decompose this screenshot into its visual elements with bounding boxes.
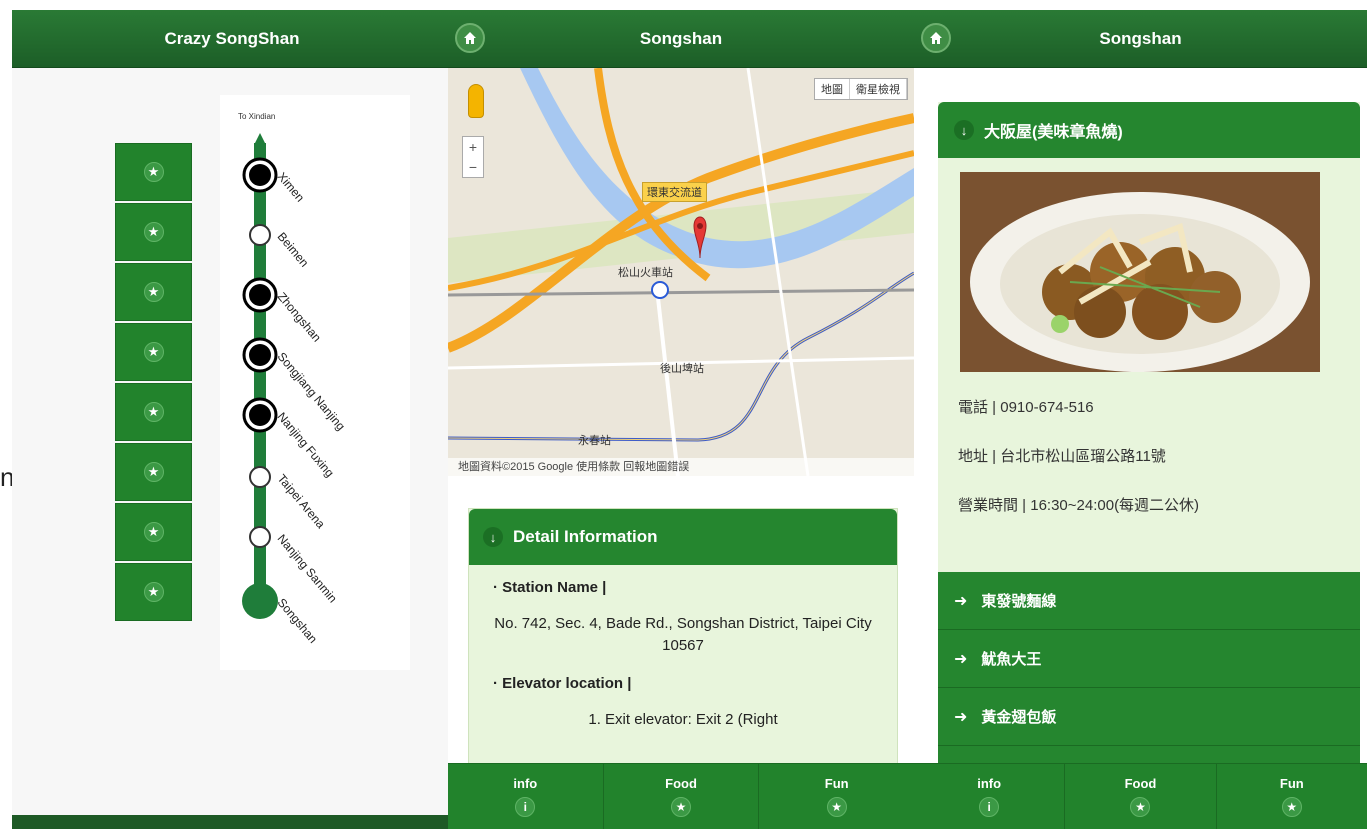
header-bar: Songshan: [914, 10, 1367, 68]
tab-food[interactable]: Food ★: [1065, 764, 1217, 829]
elevator-location-label: · Elevator location |: [493, 675, 632, 692]
info-icon: i: [515, 797, 536, 817]
arrow-down-icon: ↓: [483, 527, 503, 547]
arrow-down-icon: ↓: [954, 120, 974, 140]
tab-label: Food: [665, 776, 697, 791]
footer-bar: [12, 815, 452, 829]
bottom-tab-bar: info i Food ★ Fun ★: [914, 763, 1367, 829]
star-icon: ★: [1130, 797, 1151, 817]
star-icon: ★: [143, 282, 164, 302]
star-icon: ★: [143, 402, 164, 422]
home-button[interactable]: [921, 23, 951, 53]
home-icon: [930, 32, 942, 44]
star-icon: ★: [143, 582, 164, 602]
bottom-tab-bar: info i Food ★ Fun ★: [448, 763, 914, 829]
map-canvas: [448, 68, 914, 476]
detail-header[interactable]: ↓ Detail Information: [469, 509, 897, 565]
food-image: [960, 172, 1320, 372]
map-interchange-label: 環東交流道: [642, 182, 707, 202]
favorite-star-button[interactable]: ★: [115, 443, 192, 501]
street-view-pegman-icon[interactable]: [468, 84, 484, 118]
page-title: Crazy SongShan: [164, 28, 300, 48]
detail-header-label: Detail Information: [513, 527, 658, 546]
elevator-text: 1. Exit elevator: Exit 2 (Right: [588, 711, 778, 728]
map-type-toggle: 地圖 衛星檢視: [814, 78, 908, 100]
page-title: Songshan: [1099, 28, 1182, 48]
map-type-satellite-button[interactable]: 衛星檢視: [850, 79, 907, 99]
shop-list-item-label: 魷魚大王: [981, 651, 1042, 668]
arrow-right-icon: ➜: [954, 650, 968, 668]
shop-card-expanded: ↓ 大阪屋(美味章魚燒) 電話 | 0910-674-516 地址 | 台北市松…: [938, 102, 1360, 572]
shop-list-item-label: 黃金翅包飯: [981, 709, 1057, 726]
shop-name: 大阪屋(美味章魚燒): [984, 124, 1123, 141]
shop-list-item-label: 東發號麵線: [981, 593, 1057, 610]
favorite-star-button[interactable]: ★: [115, 323, 192, 381]
map-zoom-control[interactable]: + −: [462, 136, 484, 178]
tab-info[interactable]: info i: [448, 764, 604, 829]
shop-address: 地址 | 台北市松山區瑠公路11號: [958, 448, 1166, 465]
star-icon: ★: [143, 522, 164, 542]
takoyaki-photo: [960, 172, 1320, 372]
star-icon: ★: [671, 797, 691, 817]
favorite-star-button[interactable]: ★: [115, 143, 192, 201]
metro-line-diagram: To Xindian Ximen Beimen Zhongshan Songjiang…: [220, 95, 410, 670]
zoom-out-button[interactable]: −: [463, 157, 483, 177]
tab-label: info: [977, 776, 1002, 791]
star-icon: ★: [143, 222, 164, 242]
tab-label: info: [513, 776, 538, 791]
tab-label: Food: [1124, 776, 1157, 791]
map-metro-label: 後山埤站: [660, 363, 704, 375]
favorite-star-button[interactable]: ★: [115, 383, 192, 441]
star-icon: ★: [1281, 797, 1302, 817]
station-detail-screen: Songshan + − 地圖 衛星檢視 環東交流道 松山火車站 後山埤站 永春…: [448, 10, 914, 829]
food-list-screen: Songshan ↓ 大阪屋(美味章魚燒) 電話 | 0910-674-516 …: [914, 10, 1367, 829]
arrow-right-icon: ➜: [954, 708, 968, 726]
shop-list-item[interactable]: ➜ 魷魚大王: [938, 630, 1360, 688]
favorite-star-button[interactable]: ★: [115, 503, 192, 561]
line-map-screen: Crazy SongShan ★ ★ ★ ★ ★ ★ ★ ★ To Xindian: [12, 10, 452, 829]
shop-list-item[interactable]: ➜ 黃金翅包飯: [938, 688, 1360, 746]
favorite-star-button[interactable]: ★: [115, 263, 192, 321]
map-attribution: 地圖資料©2015 Google 使用條款 回報地圖錯誤: [448, 458, 914, 476]
shop-header[interactable]: ↓ 大阪屋(美味章魚燒): [938, 102, 1360, 158]
detail-body: · Station Name | No. 742, Sec. 4, Bade R…: [469, 565, 897, 759]
header-bar: Songshan: [448, 10, 914, 68]
google-map[interactable]: + − 地圖 衛星檢視 環東交流道 松山火車站 後山埤站 永春站 地圖資料©20…: [448, 68, 914, 476]
tab-label: Fun: [824, 776, 849, 791]
map-metro-label: 永春站: [578, 435, 611, 447]
tab-food[interactable]: Food ★: [604, 764, 760, 829]
shop-phone: 電話 | 0910-674-516: [958, 399, 1094, 416]
arrow-right-icon: ➜: [954, 592, 968, 610]
page-title: Songshan: [639, 28, 723, 48]
favorite-star-column: ★ ★ ★ ★ ★ ★ ★ ★: [115, 143, 192, 623]
star-icon: ★: [143, 462, 164, 482]
header-bar: Crazy SongShan: [12, 10, 452, 68]
favorite-star-button[interactable]: ★: [115, 203, 192, 261]
tab-fun[interactable]: Fun ★: [1217, 764, 1367, 829]
info-icon: i: [979, 797, 1000, 817]
star-icon: ★: [143, 342, 164, 362]
home-icon: [464, 32, 476, 44]
tab-label: Fun: [1279, 776, 1304, 791]
tab-fun[interactable]: Fun ★: [759, 764, 914, 829]
map-type-map-button[interactable]: 地圖: [815, 79, 850, 99]
station-name-label: · Station Name |: [493, 579, 607, 596]
zoom-in-button[interactable]: +: [463, 137, 483, 157]
shop-hours: 營業時間 | 16:30~24:00(每週二公休): [958, 497, 1200, 514]
tab-info[interactable]: info i: [914, 764, 1066, 829]
station-address: No. 742, Sec. 4, Bade Rd., Songshan Dist…: [494, 615, 872, 654]
home-button[interactable]: [455, 23, 485, 53]
star-icon: ★: [143, 162, 164, 182]
star-icon: ★: [826, 797, 847, 817]
map-station-label: 松山火車站: [618, 267, 673, 279]
shop-list-item[interactable]: ➜ 東發號麵線: [938, 572, 1360, 630]
favorite-star-button[interactable]: ★: [115, 563, 192, 621]
screenshot-stage: n Crazy SongShan ★ ★ ★ ★ ★ ★ ★ ★ To Xindian: [0, 0, 1367, 829]
